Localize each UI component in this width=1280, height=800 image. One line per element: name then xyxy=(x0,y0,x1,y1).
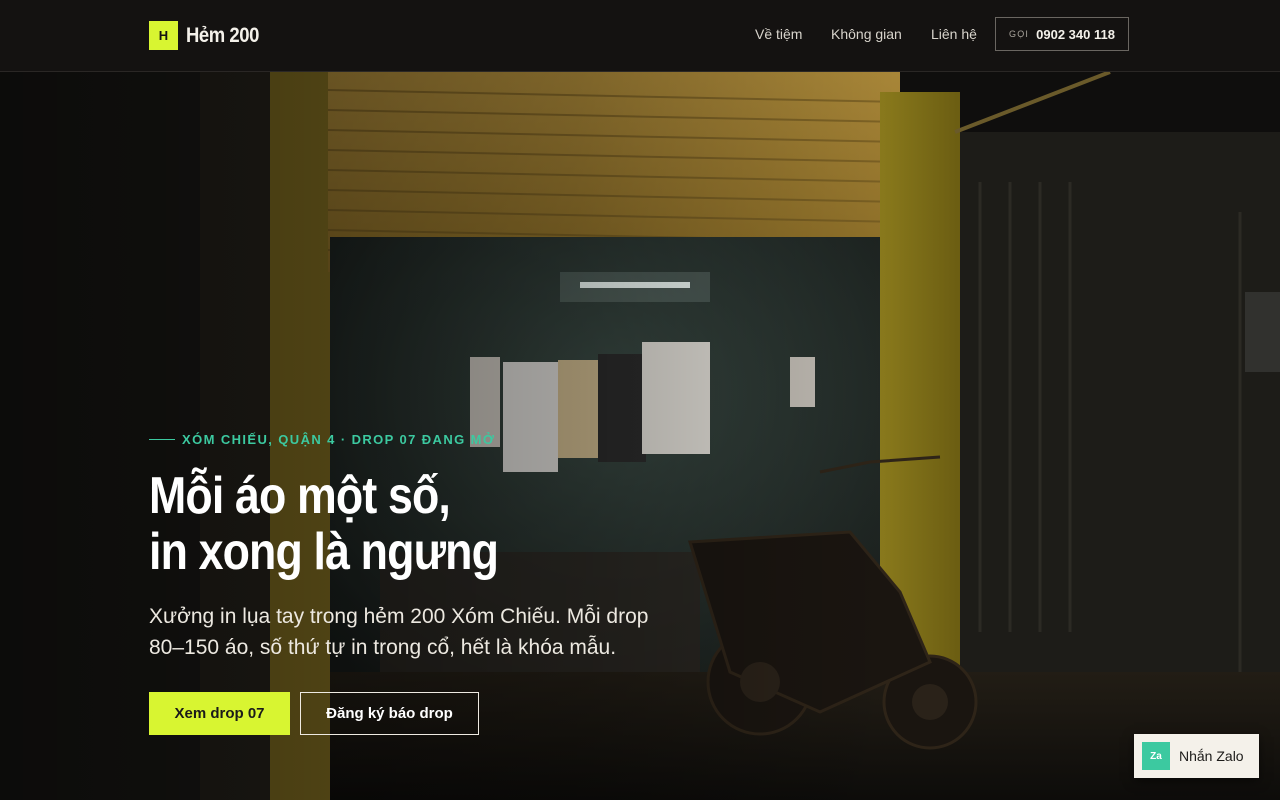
subscribe-drop-button[interactable]: Đăng ký báo drop xyxy=(300,692,479,735)
logo-mark: H xyxy=(149,21,178,50)
hero-headline: Mỗi áo một số, in xong là ngưng xyxy=(149,468,596,580)
nav-link-ve-tiem[interactable]: Về tiệm xyxy=(755,26,802,42)
hero-eyebrow-text: Xóm Chiếu, Quận 4 · Drop 07 đang mở xyxy=(182,432,496,447)
hero-eyebrow: Xóm Chiếu, Quận 4 · Drop 07 đang mở xyxy=(149,432,495,447)
zalo-icon: Za xyxy=(1142,742,1170,770)
brand-name: Hẻm 200 xyxy=(186,23,259,47)
hero-headline-line-1: Mỗi áo một số, xyxy=(149,467,451,525)
call-button[interactable]: GỌI 0902 340 118 xyxy=(995,17,1129,51)
brand-logo-link[interactable]: H Hẻm 200 xyxy=(149,21,269,50)
eyebrow-rule xyxy=(149,439,175,440)
zalo-label: Nhắn Zalo xyxy=(1179,748,1244,764)
call-label: GỌI xyxy=(1009,29,1030,39)
view-drop-button[interactable]: Xem drop 07 xyxy=(149,692,290,735)
hero-headline-line-2: in xong là ngưng xyxy=(149,523,499,581)
top-navigation-bar: H Hẻm 200 Về tiệm Không gian Liên hệ GỌI… xyxy=(0,0,1280,72)
hero-subtext: Xưởng in lụa tay trong hẻm 200 Xóm Chiếu… xyxy=(149,605,649,659)
nav-link-lien-he[interactable]: Liên hệ xyxy=(931,26,977,42)
nav-link-khong-gian[interactable]: Không gian xyxy=(831,26,902,42)
zalo-chat-button[interactable]: Za Nhắn Zalo xyxy=(1134,734,1259,778)
call-phone-number: 0902 340 118 xyxy=(1036,26,1115,42)
